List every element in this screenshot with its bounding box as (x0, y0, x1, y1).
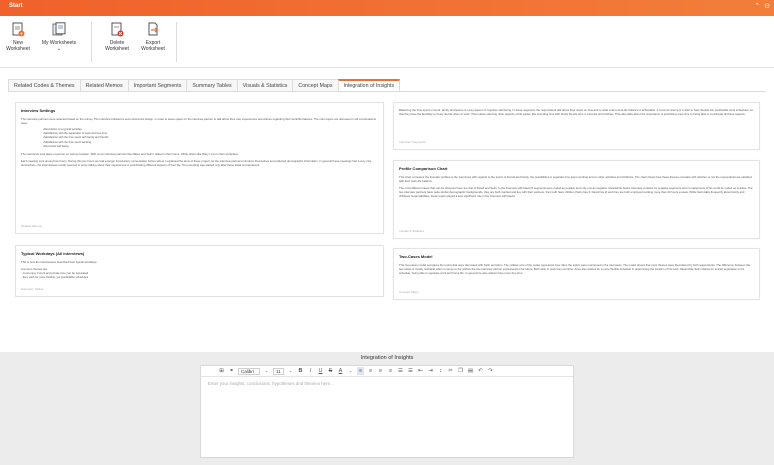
card-text: The interviews took place in-person on v… (21, 152, 239, 157)
table-icon[interactable]: ⊞ (218, 367, 225, 375)
justify-icon[interactable]: ≡ (387, 367, 394, 375)
card-interview-settings[interactable]: Interview Settings The interview partner… (15, 102, 384, 234)
help-icon[interactable]: ⊙ (764, 2, 770, 10)
card-text: Balancing the time spent on work, family… (399, 108, 753, 117)
align-left-icon[interactable]: ≡ (357, 367, 364, 375)
card-source-label: Related Memos (21, 224, 43, 228)
svg-text:+: + (19, 31, 23, 37)
copy-icon[interactable]: ❐ (457, 367, 464, 375)
font-color-icon[interactable]: A (337, 367, 344, 375)
card-source-label: Important Segments (399, 140, 427, 144)
card-two-cases-model[interactable]: Two-Cases Model This two-cases model com… (393, 248, 760, 300)
card-text: This is how the interviewees described t… (21, 260, 98, 264)
export-worksheet-label: Export Worksheet (141, 40, 165, 53)
card-profile-comparison[interactable]: Profile Comparison Chart This chart comp… (393, 160, 760, 239)
card-text: - they wish for more flexible, yet predi… (21, 275, 89, 280)
link-icon[interactable]: ⚭ (228, 367, 235, 375)
font-family-select[interactable]: Calibri (238, 367, 260, 375)
title-bar: Start ⌃ ⊙ (0, 0, 774, 16)
my-worksheets-icon (52, 22, 66, 37)
export-worksheet-button[interactable]: Export Worksheet (138, 22, 168, 53)
new-worksheet-button[interactable]: + New Worksheet (4, 22, 32, 53)
editor-placeholder: Enter your insights, conclusions, hypoth… (208, 381, 334, 386)
cut-icon[interactable]: ✂ (447, 367, 454, 375)
export-icon (146, 22, 160, 37)
align-right-icon[interactable]: ≡ (377, 367, 384, 375)
ribbon-toolbar: + New Worksheet My Worksheets ⌄ Delete W… (0, 16, 774, 68)
font-size-select[interactable]: 11 (273, 367, 284, 375)
undo-icon[interactable]: ↶ (477, 367, 484, 375)
card-title: Profile Comparison Chart (399, 166, 448, 171)
bulleted-list-icon[interactable]: ☰ (397, 367, 404, 375)
list-item: Perceived well-being (43, 145, 378, 149)
delete-worksheet-button[interactable]: Delete Worksheet (103, 22, 131, 53)
ribbon-separator (176, 22, 177, 62)
my-worksheets-button[interactable]: My Worksheets ⌄ (36, 22, 82, 53)
numbered-list-icon[interactable]: ☰ (407, 367, 414, 375)
integration-panel-title: Integration of Insights (360, 355, 414, 361)
line-spacing-icon[interactable]: ↕ (437, 367, 444, 375)
redo-icon[interactable]: ↷ (487, 367, 494, 375)
card-title: Typical Workdays (All interviews) (21, 251, 85, 256)
card-title: Two-Cases Model (399, 254, 433, 259)
card-text: This chart compares the thematic profile… (399, 175, 752, 184)
card-list: Description of a typical workday Satisfa… (43, 128, 378, 149)
align-center-icon[interactable]: ≡ (367, 367, 374, 375)
italic-icon[interactable]: I (307, 367, 314, 375)
new-worksheet-label: New Worksheet (6, 40, 30, 53)
card-title: Interview Settings (21, 108, 56, 113)
bold-icon[interactable]: B (297, 367, 304, 375)
card-text: This two-cases model compares the topics… (399, 263, 750, 276)
delete-worksheet-icon (110, 22, 124, 37)
editor-toolbar: ⊞ ⚭ Calibri ⌄ 11 ⌄ B I U S A ⌄ ≡ ≡ ≡ ≡ ☰… (201, 366, 573, 377)
increase-indent-icon[interactable]: ⇥ (427, 367, 434, 375)
start-tab[interactable]: Start (9, 3, 23, 9)
chevron-down-icon[interactable]: ⌄ (347, 367, 354, 375)
delete-worksheet-label: Delete Worksheet (105, 40, 129, 53)
paste-icon[interactable]: ▤ (467, 367, 474, 375)
underline-icon[interactable]: U (317, 367, 324, 375)
decrease-indent-icon[interactable]: ⇤ (417, 367, 424, 375)
ribbon-separator (91, 22, 92, 62)
card-text: Each meeting took around two hours. Duri… (21, 159, 372, 168)
new-worksheet-icon: + (11, 22, 25, 37)
card-text: The interview partners were selected bas… (21, 117, 377, 126)
card-source-label: Summary Tables (21, 287, 44, 291)
card-text: The most different cases that can be obs… (399, 186, 753, 199)
collapse-ribbon-icon[interactable]: ⌃ (754, 2, 760, 10)
card-typical-workdays[interactable]: Typical Workdays (All interviews) This i… (15, 245, 384, 297)
insights-editor[interactable]: ⊞ ⚭ Calibri ⌄ 11 ⌄ B I U S A ⌄ ≡ ≡ ≡ ≡ ☰… (200, 365, 574, 458)
my-worksheets-label: My Worksheets ⌄ (41, 40, 77, 53)
card-important-segments[interactable]: Balancing the time spent on work, family… (393, 102, 760, 150)
tab-divider (8, 91, 766, 92)
card-source-label: Concept Maps (399, 290, 419, 294)
chevron-down-icon[interactable]: ⌄ (263, 367, 270, 375)
strikethrough-icon[interactable]: S (327, 367, 334, 375)
chevron-down-icon[interactable]: ⌄ (287, 367, 294, 375)
card-source-label: Visuals & Statistics (399, 229, 425, 233)
